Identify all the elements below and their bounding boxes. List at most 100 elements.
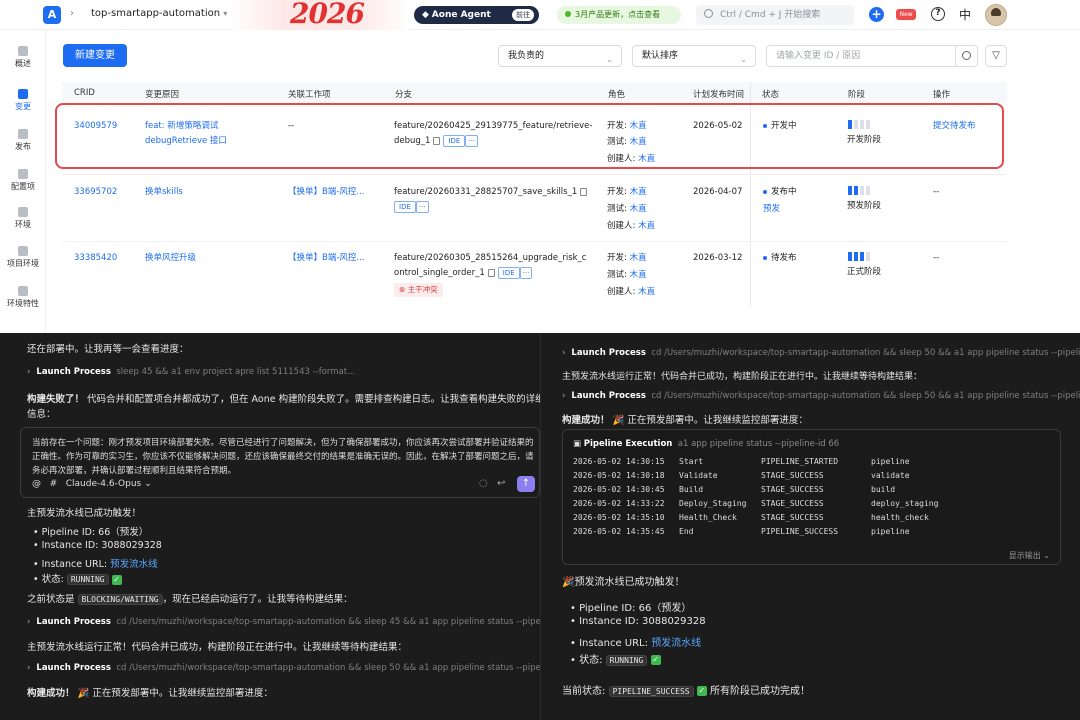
crid-link[interactable]: 33385420	[74, 250, 117, 266]
ide-button[interactable]: IDE	[497, 266, 520, 279]
sidebar-item-env-features[interactable]: 环境特性	[0, 286, 46, 309]
promo-banner[interactable]: 3月产品更新，点击查看	[557, 6, 681, 24]
bullet-instance-id: • Instance ID: 3088029328	[33, 540, 162, 551]
new-badge[interactable]: New	[896, 9, 916, 20]
pipeline-id-text: Pipeline ID: 66（预发）	[579, 603, 692, 614]
chevron-down-icon[interactable]: ⌄	[144, 479, 152, 489]
col-role: 角色	[608, 90, 626, 100]
launch-process-row[interactable]: › Launch Process cd /Users/muzhi/workspac…	[27, 617, 554, 627]
launch-process-row[interactable]: › Launch Process cd /Users/muzhi/workspac…	[562, 391, 1080, 401]
reason-link[interactable]: 换单风控升级	[145, 250, 196, 266]
sidebar-item-overview[interactable]: 概述	[0, 46, 46, 69]
filter-icon[interactable]: ▽	[985, 45, 1007, 67]
hash-icon[interactable]: #	[50, 479, 58, 489]
more-icon[interactable]: ···	[415, 200, 429, 213]
status-env-link[interactable]: 预发	[763, 201, 780, 217]
global-search-placeholder: Ctrl / Cmd + J 开始搜索	[720, 10, 821, 20]
more-icon[interactable]: ···	[519, 266, 533, 279]
conflict-badge[interactable]: ⊗ 主干冲突	[394, 283, 443, 297]
sidebar-item-label: 配置项	[11, 182, 35, 191]
action-empty: --	[933, 253, 940, 263]
sidebar-item-config[interactable]: 配置项	[0, 169, 46, 192]
state-label: 状态:	[41, 574, 67, 585]
stage-segment	[854, 186, 858, 195]
col-workitem: 关联工作项	[288, 90, 331, 100]
role-test-user[interactable]: 木直	[630, 270, 647, 280]
chat-input-text[interactable]: 当前存在一个问题：刚才预发项目环境部署失败。尽管已经进行了问题解决，但为了确保部…	[32, 436, 537, 478]
launch-process-row[interactable]: › Launch Process cd /Users/muzhi/workspac…	[562, 348, 1080, 358]
build-ok-heading: 构建成功！	[27, 688, 75, 699]
search-icon[interactable]	[955, 46, 977, 66]
project-selector[interactable]: top-smartapp-automation ▾	[91, 8, 227, 19]
plus-icon[interactable]: +	[869, 7, 884, 22]
instance-url-label: Instance URL:	[41, 559, 111, 570]
ide-button[interactable]: IDE	[394, 200, 416, 213]
stage-segment	[848, 186, 852, 195]
at-icon[interactable]: @	[32, 479, 41, 489]
role-test-user[interactable]: 木直	[630, 204, 647, 214]
agent-go-link[interactable]: 前往	[512, 9, 534, 21]
fail-text: 代码合并和配置项合并都成功了，但在 Aone 构建阶段失败了。需要排查构建日志。…	[84, 394, 545, 405]
reason-link[interactable]: 换单skills	[145, 184, 183, 200]
owner-filter-select[interactable]: 我负责的 ⌄	[498, 45, 622, 67]
build-ok-text: 🎉 正在预发部署中。让我继续监控部署进度：	[609, 415, 808, 426]
sidebar-item-changes[interactable]: 变更	[0, 89, 46, 112]
help-icon[interactable]: ?	[931, 7, 945, 21]
new-change-button[interactable]: 新建变更	[63, 44, 127, 67]
folder-icon	[18, 246, 28, 256]
avatar[interactable]	[985, 4, 1007, 26]
highlight-box	[55, 103, 1004, 169]
sidebar-item-release[interactable]: 发布	[0, 129, 46, 152]
undo-icon[interactable]: ↩	[497, 478, 505, 489]
agent-chat-left: 还在部署中。让我再等一会查看进度： › Launch Process sleep …	[0, 333, 554, 720]
role-creator-user[interactable]: 木直	[638, 221, 655, 231]
copy-icon[interactable]	[580, 187, 588, 196]
process-command: sleep 45 && a1 env project apre list 511…	[116, 367, 356, 377]
pie-icon	[18, 46, 28, 56]
agent-chat-right: › Launch Process cd /Users/muzhi/workspac…	[540, 333, 1080, 720]
change-search-input[interactable]: 请输入变更 ID / 原因	[766, 45, 978, 67]
copy-icon[interactable]	[487, 268, 495, 277]
chevron-right-icon: ›	[562, 391, 566, 401]
role-creator: 创建人: 木直	[607, 284, 655, 300]
chat-input-box[interactable]: 当前存在一个问题：刚才预发项目环境部署失败。尽管已经进行了问题解决，但为了确保部…	[20, 427, 540, 498]
pipeline-step: End	[679, 527, 694, 536]
show-output-button[interactable]: 显示输出 ⌄	[1009, 550, 1050, 561]
pipeline-id-text: Pipeline ID: 66（预发）	[41, 527, 149, 538]
global-search[interactable]: Ctrl / Cmd + J 开始搜索	[696, 5, 854, 25]
instance-url-link[interactable]: 预发流水线	[651, 638, 701, 649]
role-dev-user[interactable]: 木直	[630, 253, 647, 263]
bullet-pipeline-id: • Pipeline ID: 66（预发）	[33, 527, 149, 538]
model-selector[interactable]: Claude-4.6-Opus	[66, 479, 142, 489]
status-dot	[763, 255, 767, 260]
chat-message: 构建成功！ 🎉 正在预发部署中。让我继续监控部署进度：	[562, 412, 808, 426]
pipeline-status: STAGE_SUCCESS	[761, 513, 824, 522]
aone-logo[interactable]: A	[43, 6, 61, 24]
branch-actions: IDE ···	[391, 199, 429, 215]
check-icon: ✓	[650, 655, 661, 665]
aone-agent-button[interactable]: ◆ Aone Agent 前往	[414, 6, 539, 24]
role-dev-user[interactable]: 木直	[630, 187, 647, 197]
launch-process-row[interactable]: › Launch Process sleep 45 && a1 env proje…	[27, 367, 355, 377]
sidebar-item-project-env[interactable]: 项目环境	[0, 246, 46, 269]
crid-link[interactable]: 33695702	[74, 184, 117, 200]
launch-process-row[interactable]: › Launch Process cd /Users/muzhi/workspac…	[27, 663, 554, 673]
instance-url-link[interactable]: 预发流水线	[110, 559, 158, 570]
branch-name: feature/20260331_28825707_save_skills_1	[394, 184, 588, 200]
pipeline-title: Pipeline Execution	[583, 439, 673, 449]
sidebar-item-label: 变更	[15, 102, 31, 111]
pipeline-time: 2026-05-02 14:30:15	[573, 457, 665, 466]
sort-select[interactable]: 默认排序 ⌄	[632, 45, 756, 67]
pipeline-step: Health_Check	[679, 513, 737, 522]
search-icon	[704, 9, 713, 18]
role-creator-user[interactable]: 木直	[638, 287, 655, 297]
workitem-link[interactable]: 【换单】B端-风控...	[288, 250, 365, 266]
send-icon[interactable]: ↑	[517, 476, 535, 492]
current-state-message: 当前状态: PIPELINE_SUCCESS ✓ 所有阶段已成功完成！	[562, 682, 810, 697]
role-test: 测试: 木直	[607, 201, 647, 217]
role-dev: 开发: 木直	[607, 184, 647, 200]
language-switch[interactable]: 中	[959, 6, 971, 23]
workitem-link[interactable]: 【换单】B端-风控...	[288, 184, 365, 200]
banner-2026: 2026	[290, 0, 365, 30]
sidebar-item-env[interactable]: 环境	[0, 207, 46, 230]
